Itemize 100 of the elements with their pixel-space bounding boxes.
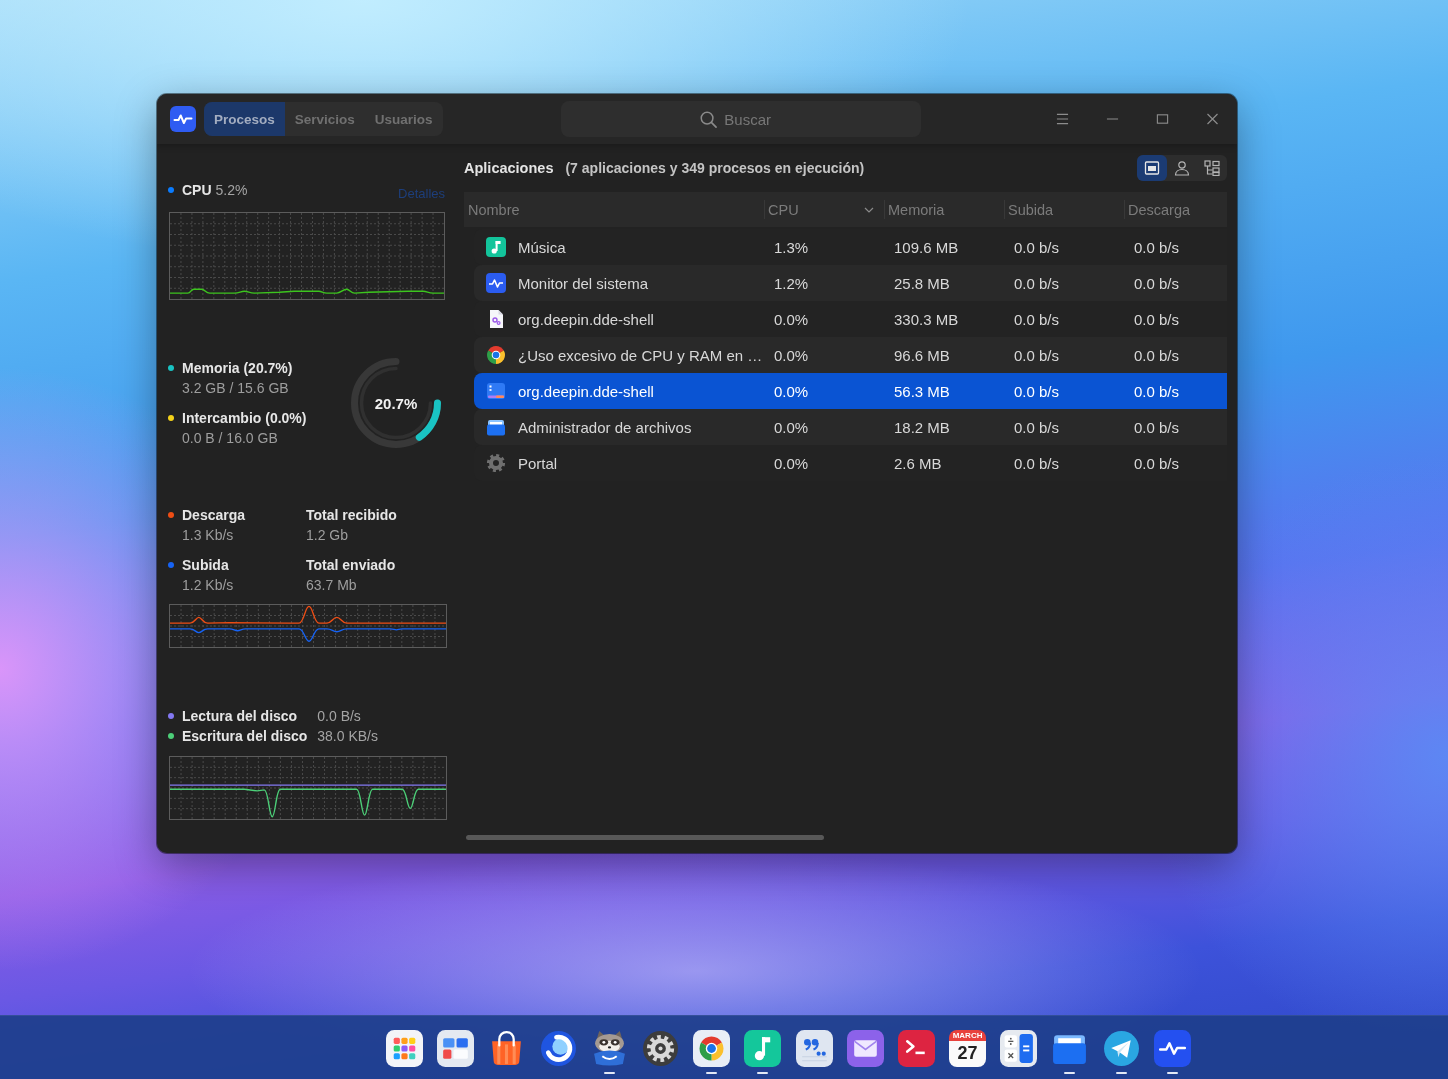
memory-value: 330.3 MB — [893, 310, 960, 328]
legend-value: 1.3 Kb/s — [181, 526, 235, 545]
total-value: 1.2 Gb — [306, 526, 350, 545]
process-row[interactable]: Monitor del sistema 1.2% 25.8 MB 0.0 b/s 0.0 b/s — [474, 265, 1227, 301]
download-value: 0.0 b/s — [1133, 382, 1181, 400]
search-icon — [699, 110, 717, 128]
process-row[interactable]: ¿Uso excesivo de CPU y RAM en … 0.0% 96.6 MB 0.0 b/s 0.0 b/s — [474, 337, 1227, 373]
cpu-value: 0.0% — [773, 454, 810, 472]
process-name: Administrador de archivos — [518, 418, 692, 436]
memory-value: 96.6 MB — [893, 346, 951, 364]
memory-value: 2.6 MB — [893, 454, 943, 472]
tab[interactable]: Usuarios — [364, 102, 443, 136]
paper-plane-icon[interactable] — [1102, 1030, 1140, 1067]
legend-value: 0.0 B/s — [317, 707, 362, 726]
upload-value: 0.0 b/s — [1013, 454, 1061, 472]
process-name: org.deepin.dde-shell — [518, 382, 654, 400]
tree-view-icon — [1204, 160, 1220, 176]
browser-icon[interactable] — [693, 1030, 731, 1067]
memory-value: 18.2 MB — [893, 418, 951, 436]
pulse-icon — [486, 273, 506, 293]
window-tiles-icon[interactable] — [437, 1030, 475, 1067]
column-header[interactable]: Descarga — [1124, 192, 1227, 227]
download-value: 0.0 b/s — [1133, 346, 1181, 364]
menu-icon[interactable] — [1055, 113, 1069, 125]
download-value: 0.0 b/s — [1133, 238, 1181, 256]
memory-value: 56.3 MB — [893, 382, 951, 400]
legend-label: Descarga — [182, 507, 246, 523]
app-window-icon — [1144, 160, 1160, 176]
memory-percent: 20.7% — [374, 394, 418, 412]
total-value: 63.7 Mb — [306, 576, 358, 595]
window-icon — [486, 381, 506, 401]
download-value: 0.0 b/s — [1133, 274, 1181, 292]
gear-icon — [486, 453, 506, 473]
music-note-icon[interactable] — [744, 1030, 782, 1067]
process-name: Música — [518, 238, 566, 256]
section-title: Aplicaciones — [464, 160, 554, 176]
column-header[interactable]: Subida — [1004, 192, 1124, 227]
download-value: 0.0 b/s — [1133, 454, 1181, 472]
legend-label: Subida — [182, 557, 229, 573]
column-header[interactable]: CPU — [764, 192, 884, 227]
horizontal-scrollbar[interactable] — [466, 835, 824, 840]
cpu-value: 0.0% — [773, 346, 810, 364]
legend-label: Memoria (20.7%) — [182, 360, 293, 376]
process-name: org.deepin.dde-shell — [518, 310, 654, 328]
memory-value: 25.8 MB — [893, 274, 951, 292]
process-row[interactable]: org.deepin.dde-shell 0.0% 56.3 MB 0.0 b/s 0.0 b/s — [474, 373, 1227, 409]
maximize-icon[interactable] — [1155, 113, 1169, 125]
upload-value: 0.0 b/s — [1013, 274, 1061, 292]
cpu-value: 1.3% — [773, 238, 810, 256]
tab[interactable]: Procesos — [204, 102, 285, 136]
cpu-value: 0.0% — [773, 310, 810, 328]
total-label: Total recibido — [306, 506, 398, 525]
process-name: ¿Uso excesivo de CPU y RAM en … — [518, 346, 763, 364]
legend-value: 3.2 GB / 15.6 GB — [181, 379, 290, 398]
column-header[interactable]: Nombre — [464, 192, 764, 227]
process-row[interactable]: Administrador de archivos 0.0% 18.2 MB 0.0 b/s 0.0 b/s — [474, 409, 1227, 445]
total-label: Total enviado — [306, 556, 397, 575]
process-name: Portal — [518, 454, 558, 472]
cpu-value: 0.0% — [773, 418, 810, 436]
quote-icon[interactable] — [795, 1030, 833, 1067]
legend-value: 1.2 Kb/s — [181, 576, 235, 595]
music-note-icon — [486, 237, 506, 257]
process-summary: (7 aplicaciones y 349 procesos en ejecución) — [565, 160, 865, 176]
download-value: 0.0 b/s — [1133, 310, 1181, 328]
calendar-button[interactable]: MARCH 27 — [949, 1030, 987, 1067]
pulse-icon — [170, 106, 196, 132]
process-name: Monitor del sistema — [518, 274, 649, 292]
column-header[interactable]: Memoria — [884, 192, 1004, 227]
memory-value: 109.6 MB — [893, 238, 960, 256]
cpu-value: 5.2% — [215, 182, 248, 198]
terminal-icon[interactable] — [897, 1030, 935, 1067]
envelope-icon[interactable] — [846, 1030, 884, 1067]
cpu-label: CPU — [182, 182, 212, 198]
legend-value: 38.0 KB/s — [317, 727, 379, 746]
upload-value: 0.0 b/s — [1013, 346, 1061, 364]
folder-icon — [486, 417, 506, 437]
legend-dot-icon — [168, 187, 174, 193]
calculator-icon[interactable] — [1000, 1030, 1038, 1067]
browser-icon — [486, 345, 506, 365]
download-value: 0.0 b/s — [1133, 418, 1181, 436]
view-button[interactable] — [1137, 155, 1167, 181]
upload-value: 0.0 b/s — [1013, 382, 1061, 400]
pulse-icon[interactable] — [1153, 1030, 1191, 1067]
app-grid-icon[interactable] — [386, 1030, 423, 1067]
cpu-value: 1.2% — [773, 274, 810, 292]
search-field[interactable]: Buscar — [560, 101, 921, 137]
settings-icon[interactable] — [641, 1030, 679, 1067]
upload-value: 0.0 b/s — [1013, 310, 1061, 328]
legend-label: Escritura del disco — [182, 728, 308, 744]
user-icon — [1174, 160, 1190, 176]
legend-value: 0.0 B / 16.0 GB — [181, 429, 279, 448]
tab[interactable]: Servicios — [284, 102, 365, 136]
swirl-icon[interactable] — [539, 1030, 577, 1067]
legend-label: Lectura del disco — [182, 708, 298, 724]
legend-label: Intercambio (0.0%) — [182, 410, 307, 426]
upload-value: 0.0 b/s — [1013, 238, 1061, 256]
sort-chevron-icon — [864, 206, 874, 213]
cpu-value: 0.0% — [773, 382, 810, 400]
close-icon[interactable] — [1205, 113, 1219, 125]
upload-value: 0.0 b/s — [1013, 418, 1061, 436]
